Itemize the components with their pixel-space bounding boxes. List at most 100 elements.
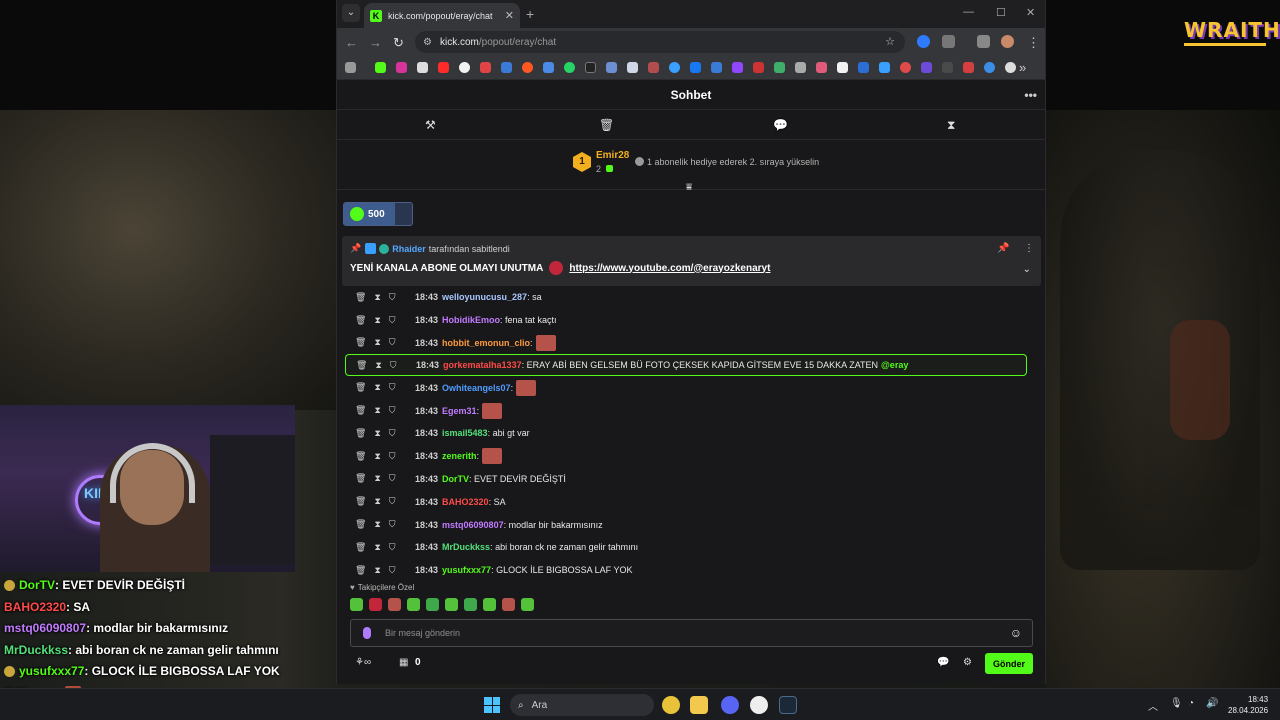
- timeout-icon[interactable]: ⧗: [374, 337, 380, 348]
- delete-icon[interactable]: 🗑: [355, 337, 366, 348]
- new-tab-icon[interactable]: +: [526, 6, 534, 22]
- bookmark-site-icon[interactable]: [543, 62, 554, 73]
- steam-icon[interactable]: [779, 696, 797, 714]
- forward-icon[interactable]: →: [369, 35, 382, 50]
- chat-message[interactable]: 🗑 ⧗ ⛉ 18:43 ismail5483: abi gt var: [337, 422, 1037, 445]
- send-button[interactable]: Gönder: [985, 653, 1033, 674]
- delete-icon[interactable]: 🗑: [355, 519, 366, 530]
- shield-icon[interactable]: ⛉: [389, 315, 396, 326]
- delete-icon[interactable]: 🗑: [355, 428, 366, 439]
- shield-icon[interactable]: ⛉: [389, 337, 396, 348]
- chat-message[interactable]: 🗑 ⧗ ⛉ 18:43 zenerith:: [337, 445, 1037, 468]
- timeout-icon[interactable]: ⧗: [374, 405, 380, 416]
- chrome-icon[interactable]: [662, 696, 680, 714]
- bookmark-site-icon[interactable]: [837, 62, 848, 73]
- timeout-icon[interactable]: ⧗: [374, 315, 380, 326]
- unpin-icon[interactable]: 📌: [997, 243, 1009, 254]
- shield-icon[interactable]: ⛉: [389, 405, 396, 416]
- bookmark-facebook-icon[interactable]: [690, 62, 701, 73]
- bookmark-site-icon[interactable]: [879, 62, 890, 73]
- delete-icon[interactable]: 🗑: [355, 382, 366, 393]
- timeout-icon[interactable]: ⧗: [374, 565, 380, 576]
- delete-icon[interactable]: 🗑: [355, 405, 366, 416]
- message-username[interactable]: welloyunucusu_287: [442, 292, 527, 302]
- delete-icon[interactable]: 🗑: [355, 565, 366, 576]
- microphone-icon[interactable]: 🎙: [1170, 698, 1183, 709]
- hourglass-icon[interactable]: ⧗: [947, 118, 955, 133]
- more-bookmarks-icon[interactable]: »: [1019, 60, 1026, 75]
- message-username[interactable]: DorTV: [442, 474, 469, 484]
- bookmark-site-icon[interactable]: [984, 62, 995, 73]
- emote-button[interactable]: [502, 598, 515, 611]
- emote-button[interactable]: [445, 598, 458, 611]
- timeout-icon[interactable]: ⧗: [375, 360, 381, 371]
- chat-message[interactable]: 🗑 ⧗ ⛉ 18:43 BAHO2320: SA: [337, 490, 1037, 513]
- browser-menu-icon[interactable]: ⋮: [1027, 35, 1040, 51]
- pinned-options-icon[interactable]: ⋮: [1024, 243, 1034, 254]
- bookmark-site-icon[interactable]: [795, 62, 806, 73]
- message-username[interactable]: hobbit_emonun_clio: [442, 338, 530, 348]
- bookmark-google-icon[interactable]: [459, 62, 470, 73]
- message-username[interactable]: mstq06090807: [442, 520, 504, 530]
- delete-icon[interactable]: 🗑: [355, 473, 366, 484]
- message-username[interactable]: gorkematalha1337: [443, 360, 522, 370]
- taskbar-search[interactable]: ⌕ Ara: [510, 694, 654, 716]
- shield-icon[interactable]: ⛉: [389, 473, 396, 484]
- start-icon[interactable]: [484, 697, 500, 713]
- message-username[interactable]: zenerith: [442, 451, 477, 461]
- bookmark-site-icon[interactable]: [921, 62, 932, 73]
- sub-goal-pill[interactable]: 500: [343, 202, 413, 226]
- bookmark-site-icon[interactable]: [501, 62, 512, 73]
- bookmark-site-icon[interactable]: [816, 62, 827, 73]
- file-explorer-icon[interactable]: [690, 696, 708, 714]
- apps-grid-icon[interactable]: [345, 62, 356, 73]
- chat-bubble-icon[interactable]: 💬: [937, 657, 949, 668]
- bookmark-site-icon[interactable]: [606, 62, 617, 73]
- emote-button[interactable]: [407, 598, 420, 611]
- store-icon[interactable]: ▦: [399, 657, 408, 668]
- message-username[interactable]: HobidikEmoo: [442, 315, 500, 325]
- bookmark-twitch-icon[interactable]: [732, 62, 743, 73]
- bookmark-site-icon[interactable]: [774, 62, 785, 73]
- extensions-puzzle-icon[interactable]: [942, 35, 955, 48]
- emote-button[interactable]: [521, 598, 534, 611]
- bookmark-instagram-icon[interactable]: [396, 62, 407, 73]
- bookmark-whatsapp-icon[interactable]: [564, 62, 575, 73]
- tab-search-button[interactable]: ⌄: [342, 4, 360, 22]
- shield-icon[interactable]: ⛉: [389, 292, 396, 303]
- leader-name[interactable]: Emir28: [596, 150, 629, 161]
- url-field[interactable]: ⚙ kick.com /popout/eray/chat ☆: [415, 31, 905, 53]
- media-icon[interactable]: [977, 35, 990, 48]
- chat-message[interactable]: 🗑 ⧗ ⛉ 18:43 MrDuckkss: abi boran ck ne zaman…: [337, 536, 1037, 559]
- shield-icon[interactable]: ⛉: [390, 360, 397, 371]
- taskbar-clock[interactable]: 18:43 28.04.2026: [1228, 694, 1268, 716]
- app-icon[interactable]: [750, 696, 768, 714]
- reload-icon[interactable]: ↻: [393, 35, 404, 51]
- close-window-icon[interactable]: ✕: [1026, 6, 1035, 19]
- close-tab-icon[interactable]: ✕: [505, 9, 514, 22]
- bookmark-gmail-icon[interactable]: [480, 62, 491, 73]
- channel-points-icon[interactable]: ⚘∞: [355, 657, 371, 668]
- kick-points-icon[interactable]: [363, 627, 371, 639]
- timeout-icon[interactable]: ⧗: [374, 451, 380, 462]
- delete-icon[interactable]: 🗑: [355, 292, 366, 303]
- chat-message[interactable]: 🗑 ⧗ ⛉ 18:43 mstq06090807: modlar bir bakarmı…: [337, 513, 1037, 536]
- bookmark-site-icon[interactable]: [711, 62, 722, 73]
- bookmark-site-icon[interactable]: [585, 62, 596, 73]
- expand-pinned-icon[interactable]: ⌄: [1023, 264, 1031, 275]
- ban-hammer-icon[interactable]: ⚒: [425, 118, 436, 132]
- bookmark-site-icon[interactable]: [753, 62, 764, 73]
- bookmark-site-icon[interactable]: [900, 62, 911, 73]
- back-icon[interactable]: ←: [345, 35, 358, 50]
- message-username[interactable]: ismail5483: [442, 428, 488, 438]
- volume-icon[interactable]: 🔊: [1206, 698, 1218, 709]
- delete-icon[interactable]: 🗑: [355, 315, 366, 326]
- emote-button[interactable]: [483, 598, 496, 611]
- discord-icon[interactable]: [721, 696, 739, 714]
- emote-button[interactable]: [350, 598, 363, 611]
- delete-icon[interactable]: 🗑: [355, 542, 366, 553]
- shield-icon[interactable]: ⛉: [389, 451, 396, 462]
- chat-message[interactable]: 🗑 ⧗ ⛉ 18:43 welloyunucusu_287: sa: [337, 286, 1037, 309]
- bookmark-site-icon[interactable]: [1005, 62, 1016, 73]
- pinned-link[interactable]: https://www.youtube.com/@erayozkenaryt: [569, 263, 770, 274]
